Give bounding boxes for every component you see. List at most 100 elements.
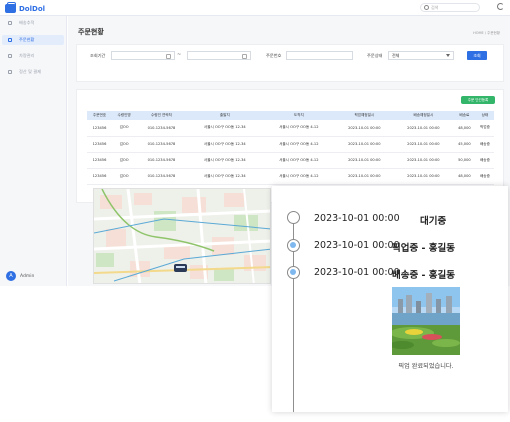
order-status-select[interactable]: 전체 <box>388 51 454 60</box>
event-status: 배송중 - 홍길동 <box>392 270 455 281</box>
pickup-photo-image <box>392 287 460 355</box>
period-label: 조회기간 <box>90 53 106 58</box>
table-cell: 서울시 OO구 OO동 4-12 <box>262 168 335 185</box>
table-cell: 2023-10-01 00:00 <box>334 152 394 169</box>
sidebar-item-orders[interactable]: 주문현황 <box>2 35 64 45</box>
table-cell: 2023-10-01 00:00 <box>393 168 453 185</box>
refresh-icon[interactable] <box>497 3 504 10</box>
column-header: 수령인명 <box>112 111 137 120</box>
column-header: 배송료 <box>452 111 476 120</box>
end-date-input[interactable] <box>187 51 251 60</box>
status-cell: 배송중 <box>475 152 494 169</box>
table-cell: 123456 <box>87 152 113 169</box>
order-number-input[interactable] <box>286 51 353 60</box>
pickup-photo[interactable] <box>392 287 460 355</box>
table-row[interactable]: 123456 김OO 010-1234-5678 서울시 OO구 OO동 12-… <box>87 136 494 153</box>
breadcrumb: HOME / 주문현황 <box>473 31 500 35</box>
pickup-photo-caption: 픽업 완료되었습니다. <box>398 363 454 370</box>
table-cell: 김OO <box>112 168 137 185</box>
column-header: 픽업예정일시 <box>334 111 394 120</box>
timeline-dot-done <box>287 266 300 279</box>
sidebar-item-label: 배송추적 <box>19 20 35 25</box>
table-cell: 서울시 OO구 OO동 12-34 <box>186 152 263 169</box>
user-name: Admin <box>20 273 35 279</box>
table-cell: 2023-10-01 00:00 <box>393 120 453 137</box>
table-cell: 2023-10-01 00:00 <box>334 136 394 153</box>
user-profile[interactable]: A Admin <box>6 271 34 281</box>
payment-icon <box>8 70 12 74</box>
table-cell: 김OO <box>112 152 137 169</box>
column-header: 출발지 <box>186 111 263 120</box>
table-cell: 123456 <box>87 168 113 185</box>
status-cell: 픽업중 <box>475 120 494 137</box>
add-order-button[interactable]: 주문 단건등록 <box>461 96 495 104</box>
table-cell: 서울시 OO구 OO동 4-12 <box>262 152 335 169</box>
column-header: 도착지 <box>262 111 335 120</box>
table-cell: 123456 <box>87 120 113 137</box>
event-status: 픽업중 - 홍길동 <box>392 243 455 254</box>
column-header: 주문번호 <box>87 111 113 120</box>
vehicle-marker-icon[interactable] <box>174 264 187 272</box>
sidebar-item-label: 차량관리 <box>19 53 35 58</box>
table-cell: 2023-10-01 00:00 <box>393 152 453 169</box>
column-header: 배송예정일시 <box>393 111 453 120</box>
search-icon <box>424 5 429 10</box>
orders-icon <box>8 38 12 42</box>
table-cell: 서울시 OO구 OO동 12-34 <box>186 168 263 185</box>
app-logo[interactable]: DolDol <box>5 2 45 14</box>
status-cell: 배송중 <box>475 168 494 185</box>
order-number-label: 주문번호 <box>266 53 282 58</box>
tracking-icon <box>8 21 12 25</box>
table-header-row: 주문번호 수령인명 수령인 연락처 출발지 도착지 픽업예정일시 배송예정일시 … <box>87 111 494 120</box>
table-cell: 48,000 <box>452 168 476 185</box>
start-date-input[interactable] <box>111 51 175 60</box>
timeline-dot-done <box>287 239 300 252</box>
table-row[interactable]: 123456 김OO 010-1234-5678 서울시 OO구 OO동 12-… <box>87 152 494 169</box>
column-header: 수령인 연락처 <box>136 111 187 120</box>
avatar: A <box>6 271 16 281</box>
table-cell: 2023-10-01 00:00 <box>334 120 394 137</box>
search-input[interactable]: 검색 <box>420 3 480 12</box>
sidebar-item-vehicles[interactable]: 차량관리 <box>2 51 64 61</box>
delivery-tracking-card: 2023-10-01 00:00 대기중 2023-10-01 00:00 픽업… <box>272 186 508 412</box>
truck-icon <box>5 2 16 13</box>
event-time: 2023-10-01 00:00 <box>314 213 400 224</box>
table-cell: 48,000 <box>452 120 476 137</box>
table-cell: 김OO <box>112 120 137 137</box>
table-row[interactable]: 123456 김OO 010-1234-5678 서울시 OO구 OO동 12-… <box>87 168 494 185</box>
event-time: 2023-10-01 00:00 <box>314 267 400 278</box>
order-status-value: 전체 <box>392 53 400 58</box>
chevron-down-icon <box>446 54 450 57</box>
table-cell: 010-1234-5678 <box>136 120 187 137</box>
table-cell: 서울시 OO구 OO동 4-12 <box>262 120 335 137</box>
status-cell: 배송중 <box>475 136 494 153</box>
sidebar-item-settlement[interactable]: 정산 및 결제 <box>2 67 64 77</box>
table-cell: 50,000 <box>452 152 476 169</box>
table-cell: 010-1234-5678 <box>136 168 187 185</box>
event-status: 대기중 <box>420 216 447 227</box>
table-cell: 2023-10-01 00:00 <box>334 168 394 185</box>
sidebar-item-delivery-tracking[interactable]: 배송추적 <box>2 18 64 28</box>
event-time: 2023-10-01 00:00 <box>314 240 400 251</box>
table-cell: 123456 <box>87 136 113 153</box>
calendar-icon <box>242 53 247 59</box>
table-cell: 김OO <box>112 136 137 153</box>
table-cell: 2023-10-01 00:00 <box>393 136 453 153</box>
sidebar: 배송추적 주문현황 차량관리 정산 및 결제 A Admin <box>0 16 67 286</box>
table-cell: 서울시 OO구 OO동 12-34 <box>186 136 263 153</box>
search-button[interactable]: 조회 <box>467 51 487 60</box>
table-cell: 010-1234-5678 <box>136 152 187 169</box>
top-bar: DolDol 검색 <box>0 0 510 16</box>
vehicle-icon <box>8 54 12 58</box>
column-header: 상태 <box>475 111 494 120</box>
table-row[interactable]: 123456 김OO 010-1234-5678 서울시 OO구 OO동 12-… <box>87 120 494 137</box>
search-placeholder: 검색 <box>431 5 439 10</box>
table-cell: 010-1234-5678 <box>136 136 187 153</box>
sidebar-item-label: 주문현황 <box>19 37 35 42</box>
timeline-dot-pending <box>287 211 300 224</box>
table-cell: 서울시 OO구 OO동 12-34 <box>186 120 263 137</box>
order-status-label: 주문상태 <box>367 53 383 58</box>
sidebar-item-label: 정산 및 결제 <box>19 69 41 74</box>
orders-table: 주문번호 수령인명 수령인 연락처 출발지 도착지 픽업예정일시 배송예정일시 … <box>87 111 494 185</box>
table-cell: 서울시 OO구 OO동 4-12 <box>262 136 335 153</box>
